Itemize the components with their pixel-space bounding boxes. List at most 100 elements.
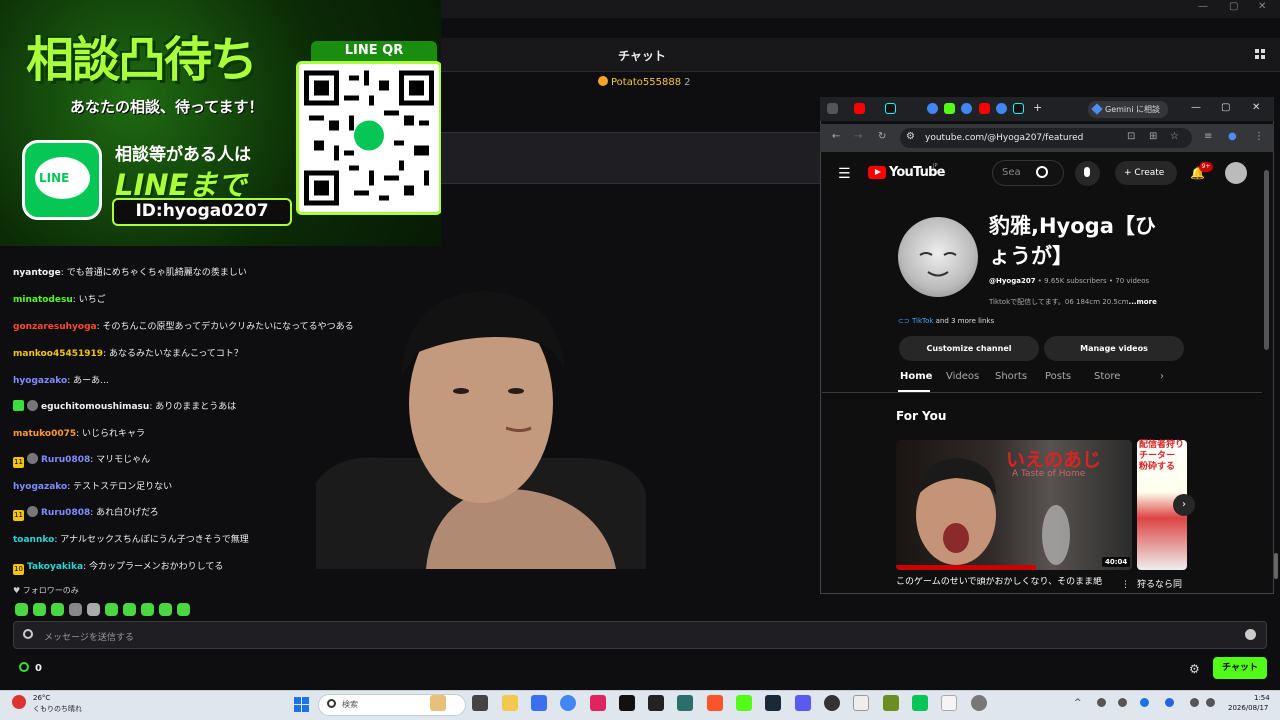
steam-icon[interactable] xyxy=(765,695,781,711)
obs-icon[interactable] xyxy=(824,695,840,711)
video-menu-icon[interactable]: ⋮ xyxy=(1121,580,1130,590)
app-icon[interactable] xyxy=(677,695,693,711)
chat-message[interactable]: minatodesu: いちご xyxy=(13,292,106,305)
browser-minimize-icon[interactable]: — xyxy=(1191,102,1201,113)
emoji-icon[interactable] xyxy=(1245,629,1256,640)
install-icon[interactable]: ⊞ xyxy=(1149,131,1157,142)
chat-message[interactable]: mankoo45451919: あなるみたいなまんこってコト？ xyxy=(13,346,243,359)
tray-app-icon[interactable] xyxy=(1140,698,1149,707)
translate-icon[interactable]: ⊡ xyxy=(1127,131,1135,142)
emote-icon[interactable] xyxy=(159,603,172,616)
gift-leaderboard[interactable]: Potato555888 2 xyxy=(598,76,690,88)
weather-temperature[interactable]: 26°C xyxy=(33,694,50,702)
emote-icon[interactable] xyxy=(51,603,64,616)
start-button[interactable] xyxy=(294,697,309,712)
chat-username[interactable]: hyogazako xyxy=(13,482,67,492)
chat-message[interactable]: hyogazako: テストステロン足りない xyxy=(13,479,172,492)
search-icon[interactable] xyxy=(1036,166,1048,178)
microphone-icon[interactable] xyxy=(1075,161,1100,186)
reading-list-icon[interactable]: ≡ xyxy=(1204,131,1212,142)
gemini-button[interactable]: Gemini に相談 xyxy=(1088,101,1168,118)
browser-close-icon[interactable]: ✕ xyxy=(1252,102,1260,113)
chat-message[interactable]: matuko0075: いじられキャラ xyxy=(13,426,145,439)
tab-youtube-icon[interactable] xyxy=(854,103,865,114)
tab-google-icon[interactable] xyxy=(961,103,972,114)
page-scrollbar[interactable] xyxy=(1274,553,1278,579)
more-links[interactable]: and 3 more links xyxy=(933,317,994,325)
chat-username[interactable]: eguchitomoushimasu xyxy=(41,402,149,412)
task-view-icon[interactable] xyxy=(472,695,488,711)
site-info-icon[interactable]: ⚙ xyxy=(906,131,915,142)
tab-google-icon[interactable] xyxy=(996,103,1007,114)
maximize-icon[interactable]: ▢ xyxy=(1229,1,1238,12)
channel-links[interactable]: ⊂⊃ TikTok and 3 more links xyxy=(898,317,994,325)
chat-message[interactable]: 11 Ruru0808: あれ白ひげだろ xyxy=(13,505,159,521)
chrome-icon[interactable] xyxy=(560,695,576,711)
bookmark-star-icon[interactable]: ☆ xyxy=(1170,131,1179,142)
weather-description[interactable]: くもりのち晴れ xyxy=(33,704,82,714)
chat-message[interactable]: 11 Ruru0808: マリモじゃん xyxy=(13,452,150,468)
carousel-next-button[interactable]: › xyxy=(1173,494,1195,516)
tab-shorts[interactable]: Shorts xyxy=(995,371,1027,382)
tab-home[interactable]: Home xyxy=(900,371,932,382)
app-icon[interactable] xyxy=(853,695,869,711)
volume-icon[interactable] xyxy=(1206,698,1215,707)
chat-username[interactable]: mankoo45451919 xyxy=(13,349,103,359)
tray-app-icon[interactable] xyxy=(1165,698,1174,707)
emote-icon[interactable] xyxy=(87,603,100,616)
forward-icon[interactable]: → xyxy=(854,131,862,142)
app-icon[interactable] xyxy=(736,695,752,711)
app-icon[interactable] xyxy=(531,695,547,711)
chat-message[interactable]: hyogazako: あーあ... xyxy=(13,373,109,386)
close-icon[interactable]: ✕ xyxy=(1258,1,1266,12)
weather-icon[interactable] xyxy=(12,695,26,709)
chat-username[interactable]: Ruru0808 xyxy=(41,455,90,465)
chat-username[interactable]: nyantoge xyxy=(13,268,61,278)
tray-app-icon[interactable] xyxy=(1097,698,1106,707)
app-icon[interactable] xyxy=(941,695,957,711)
tiktok-link[interactable]: TikTok xyxy=(912,317,933,325)
search-highlight-icon[interactable] xyxy=(430,695,446,711)
reload-icon[interactable]: ↻ xyxy=(878,131,886,142)
channel-avatar[interactable] xyxy=(898,217,978,297)
tab-tiktok-icon[interactable] xyxy=(1013,103,1024,114)
customize-channel-button[interactable]: Customize channel xyxy=(899,336,1039,361)
chat-username[interactable]: gonzaresuhyoga xyxy=(13,322,97,332)
tab-kick-icon[interactable] xyxy=(944,103,955,114)
emote-icon[interactable] xyxy=(141,603,154,616)
app-icon[interactable] xyxy=(648,695,664,711)
send-chat-button[interactable]: チャット xyxy=(1213,657,1267,679)
hamburger-menu-icon[interactable]: ☰ xyxy=(838,166,851,182)
chat-username[interactable]: Ruru0808 xyxy=(41,508,90,518)
gear-icon[interactable]: ⚙ xyxy=(1189,662,1200,676)
chat-username[interactable]: Takoyakika xyxy=(27,562,83,572)
tab-posts[interactable]: Posts xyxy=(1045,371,1071,382)
emote-icon[interactable] xyxy=(123,603,136,616)
tab-youtube-icon[interactable] xyxy=(979,103,990,114)
clock-time[interactable]: 1:54 xyxy=(1254,694,1270,702)
tiktok-icon[interactable] xyxy=(619,695,635,711)
wifi-icon[interactable] xyxy=(1190,698,1199,707)
chevron-right-icon[interactable]: › xyxy=(1160,371,1164,382)
settings-icon[interactable] xyxy=(971,695,987,711)
tab-tiktok-icon[interactable] xyxy=(885,103,896,114)
app-icon[interactable] xyxy=(795,695,811,711)
chat-username[interactable]: matuko0075 xyxy=(13,429,76,439)
browser-scrollbar[interactable] xyxy=(1264,170,1269,350)
browser-maximize-icon[interactable]: ▢ xyxy=(1221,102,1230,113)
account-avatar[interactable] xyxy=(1225,162,1247,184)
channel-description[interactable]: Tiktokで配信してます。06 184cm 20.5cm...more xyxy=(989,297,1157,307)
emote-icon[interactable] xyxy=(15,603,28,616)
emote-icon[interactable] xyxy=(105,603,118,616)
browser-menu-icon[interactable]: ⋮ xyxy=(1254,131,1264,142)
video-title[interactable]: 狩るなら同 xyxy=(1137,577,1182,590)
emote-icon[interactable] xyxy=(33,603,46,616)
users-icon[interactable] xyxy=(1254,48,1266,60)
manage-videos-button[interactable]: Manage videos xyxy=(1044,336,1184,361)
microphone-icon[interactable] xyxy=(1118,698,1127,707)
chat-username[interactable]: hyogazako xyxy=(13,376,67,386)
channel-points[interactable]: 0 xyxy=(19,662,42,674)
more-link[interactable]: ...more xyxy=(1129,298,1157,306)
profile-icon[interactable]: ● xyxy=(1228,131,1237,142)
chat-input[interactable] xyxy=(13,621,1267,649)
